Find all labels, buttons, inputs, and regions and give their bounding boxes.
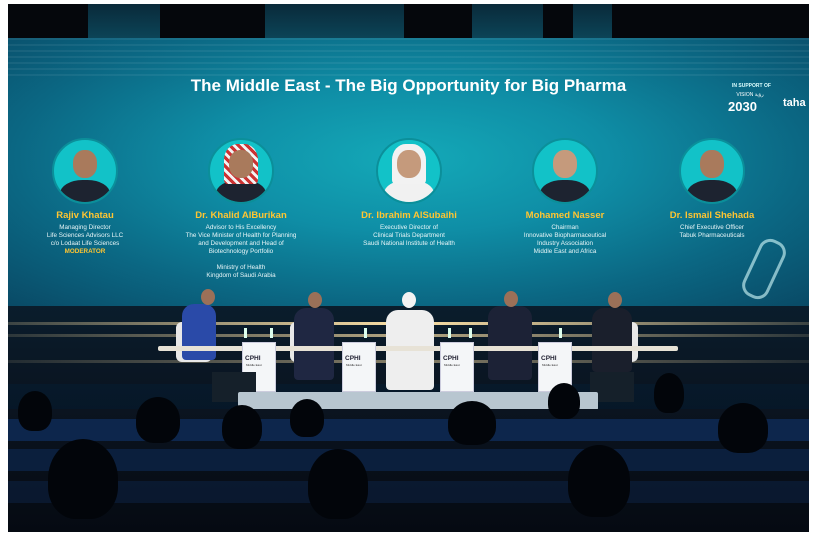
water-bottle: [244, 328, 247, 338]
panelist-head: [402, 292, 416, 308]
avatar: [532, 138, 598, 204]
water-bottle: [364, 328, 367, 338]
avatar: [208, 138, 274, 204]
presentation-screen: The Middle East - The Big Opportunity fo…: [8, 38, 809, 306]
vision-2030-logo: 2030: [728, 99, 757, 114]
panelist-name: Dr. Ibrahim AlSubaihi: [361, 210, 457, 221]
panelist-card: Dr. Khalid AlBurikan Advisor to His Exce…: [156, 138, 326, 280]
panelist-head: [308, 292, 322, 308]
panelist-card: Dr. Ibrahim AlSubaihi Executive Director…: [324, 138, 494, 248]
water-bottle: [469, 328, 472, 338]
audience-head: [308, 449, 368, 519]
panelist-role: Managing Director Life Sciences Advisors…: [46, 224, 124, 247]
audience-head: [568, 445, 630, 517]
avatar: [679, 138, 745, 204]
panelist-name: Rajiv Khatau: [56, 210, 114, 221]
podium-sub: Middle East: [246, 363, 262, 367]
audience-head: [136, 397, 180, 443]
water-bottle: [448, 328, 451, 338]
seat-row: [8, 481, 809, 503]
vision-label: VISION رؤية: [736, 92, 764, 98]
stage-rig: [160, 4, 265, 38]
podium-logo: CPHI: [345, 355, 361, 362]
water-bottle: [270, 328, 273, 338]
conference-photo: The Middle East - The Big Opportunity fo…: [8, 4, 809, 532]
panelist-name: Mohamed Nasser: [525, 210, 605, 221]
podium: CPHI Middle East: [440, 342, 474, 392]
stage-rig: [404, 4, 472, 38]
panelist-card: Rajiv Khatau Managing Director Life Scie…: [8, 138, 170, 256]
support-label: IN SUPPORT OF: [732, 83, 771, 89]
audience-head: [290, 399, 324, 437]
stage-rig: [8, 4, 88, 38]
podium-sub: Middle East: [346, 363, 362, 367]
panelist-name: Dr. Ismail Shehada: [669, 210, 755, 221]
audience: [8, 373, 809, 532]
moderator-tag: MODERATOR: [64, 248, 106, 255]
partner-logo: taha: [783, 97, 806, 109]
podium-sub: Middle East: [542, 363, 558, 367]
seat-row: [8, 449, 809, 471]
podium-sub: Middle East: [444, 363, 460, 367]
panelist-seated: [182, 304, 216, 360]
panelist-role: Executive Director of Clinical Trials De…: [363, 224, 455, 247]
audience-head: [654, 373, 684, 413]
panel-table: [158, 346, 678, 351]
seat-row: [8, 419, 809, 441]
stage-rig: [543, 4, 573, 38]
panelist-head: [504, 291, 518, 307]
panelist-seated: [592, 308, 632, 372]
audience-head: [718, 403, 768, 453]
audience-head: [448, 401, 496, 445]
podium-logo: CPHI: [245, 355, 261, 362]
panelist-card: Dr. Ismail Shehada Chief Executive Offic…: [627, 138, 797, 240]
audience-head: [18, 391, 52, 431]
panelist-head: [201, 289, 215, 305]
audience-head: [48, 439, 118, 519]
panelist-role: Chief Executive Officer Tabuk Pharmaceut…: [679, 224, 745, 239]
session-title: The Middle East - The Big Opportunity fo…: [190, 76, 627, 95]
panelist-seated: [488, 306, 532, 380]
audience-head: [222, 405, 262, 449]
panelist-seated: [294, 308, 334, 380]
panelist-head: [608, 292, 622, 308]
podium-logo: CPHI: [443, 355, 459, 362]
panelist-card: Mohamed Nasser Chairman Innovative Bioph…: [480, 138, 650, 256]
water-bottle: [559, 328, 562, 338]
avatar: [52, 138, 118, 204]
audience-head: [548, 383, 580, 419]
podium-logo: CPHI: [541, 355, 557, 362]
avatar: [376, 138, 442, 204]
panelist-role: Advisor to His Excellency The Vice Minis…: [185, 224, 297, 279]
panelist-role: Chairman Innovative Biopharmaceutical In…: [523, 224, 607, 255]
podium: CPHI Middle East: [342, 342, 376, 392]
paperclip-graphic: [738, 234, 790, 304]
panelist-name: Dr. Khalid AlBurikan: [195, 210, 287, 221]
stage-rig: [612, 4, 809, 38]
